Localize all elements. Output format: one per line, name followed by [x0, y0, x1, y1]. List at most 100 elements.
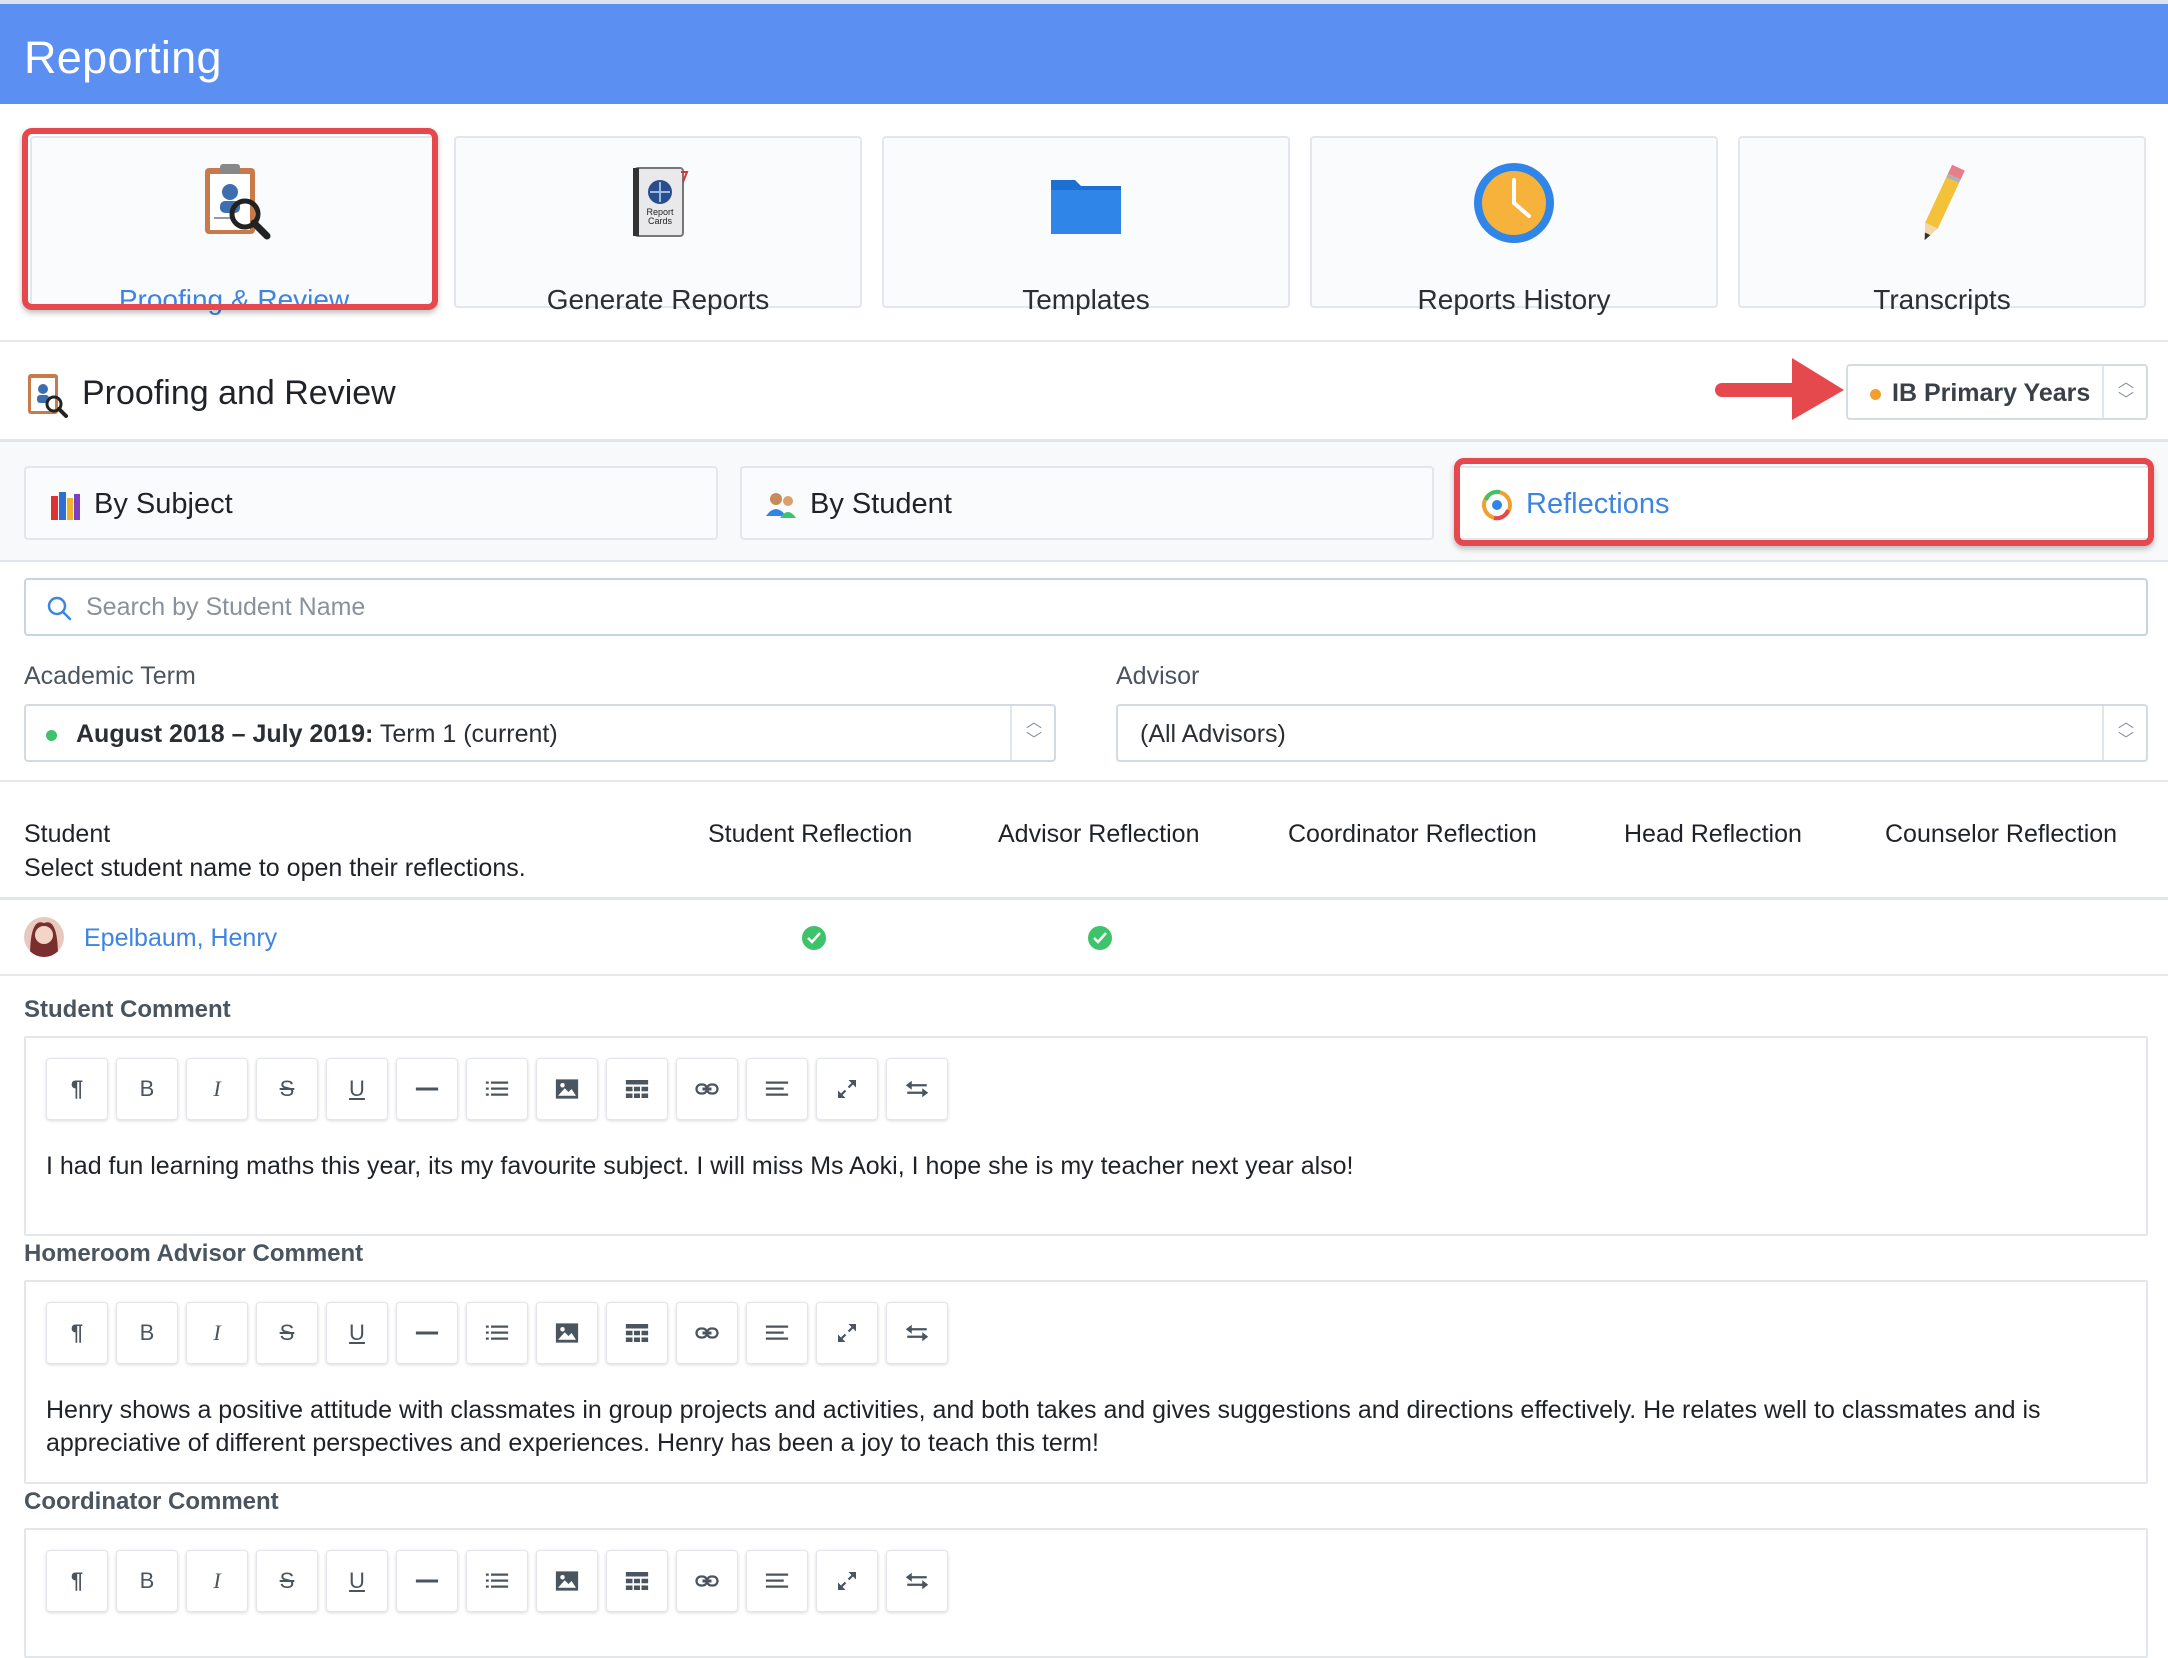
- section-title: Proofing and Review: [82, 374, 396, 412]
- term-years: August 2018 – July 2019:: [76, 720, 374, 748]
- program-select[interactable]: IB Primary Years ︿ ﹀: [1846, 364, 2148, 420]
- swap-button[interactable]: [886, 1550, 948, 1612]
- bold-icon: B: [139, 1568, 155, 1593]
- align-button[interactable]: [746, 1058, 808, 1120]
- tile-label: Templates: [1022, 284, 1150, 315]
- chevron-down-icon: ﹀: [2118, 732, 2135, 749]
- strikethrough-icon: S: [279, 1076, 295, 1101]
- select-arrows[interactable]: ︿ ﹀: [2102, 366, 2146, 418]
- select-arrows[interactable]: ︿ ﹀: [2102, 706, 2146, 760]
- tab-reflections[interactable]: Reflections: [1456, 466, 2150, 540]
- link-button[interactable]: [676, 1058, 738, 1120]
- fullscreen-icon: [838, 1080, 856, 1098]
- bold-button[interactable]: B: [116, 1058, 178, 1120]
- list-button[interactable]: [466, 1058, 528, 1120]
- table-button[interactable]: [606, 1550, 668, 1612]
- svg-text:Cards: Cards: [648, 216, 673, 226]
- advisor-label: Advisor: [1116, 662, 1200, 690]
- image-button[interactable]: [536, 1550, 598, 1612]
- student-name-link[interactable]: Epelbaum, Henry: [84, 924, 277, 953]
- academic-term-select[interactable]: August 2018 – July 2019: Term 1 (current…: [24, 704, 1056, 762]
- table-icon: [625, 1324, 649, 1342]
- italic-button[interactable]: I: [186, 1302, 248, 1364]
- tab-label: By Student: [810, 488, 952, 520]
- advisor-comment-editor[interactable]: ¶ B I S U Henry shows a positive attitude wi…: [24, 1280, 2148, 1484]
- swap-button[interactable]: [886, 1302, 948, 1364]
- list-icon: [485, 1573, 509, 1588]
- select-arrows[interactable]: ︿ ﹀: [1010, 706, 1054, 760]
- link-button[interactable]: [676, 1550, 738, 1612]
- strikethrough-button[interactable]: S: [256, 1058, 318, 1120]
- horizontal-rule-button[interactable]: [396, 1302, 458, 1364]
- list-button[interactable]: [466, 1302, 528, 1364]
- paragraph-button[interactable]: ¶: [46, 1302, 108, 1364]
- horizontal-rule-button[interactable]: [396, 1550, 458, 1612]
- italic-button[interactable]: I: [186, 1550, 248, 1612]
- column-student-hint: Select student name to open their reflec…: [24, 854, 526, 882]
- coordinator-comment-label: Coordinator Comment: [24, 1488, 279, 1515]
- align-icon: [765, 1325, 789, 1340]
- image-icon: [555, 1571, 579, 1591]
- table-button[interactable]: [606, 1302, 668, 1364]
- underline-button[interactable]: U: [326, 1550, 388, 1612]
- fullscreen-button[interactable]: [816, 1058, 878, 1120]
- student-comment-editor[interactable]: ¶ B I S U I had fun learning maths this year…: [24, 1036, 2148, 1236]
- bold-button[interactable]: B: [116, 1302, 178, 1364]
- chevron-down-icon: ﹀: [1026, 732, 1043, 749]
- underline-button[interactable]: U: [326, 1058, 388, 1120]
- strikethrough-button[interactable]: S: [256, 1302, 318, 1364]
- users-icon: [766, 493, 796, 518]
- tile-reports-history[interactable]: Reports History: [1310, 136, 1718, 315]
- swap-icon: [905, 1324, 929, 1342]
- tab-by-student[interactable]: By Student: [740, 466, 1434, 540]
- italic-button[interactable]: I: [186, 1058, 248, 1120]
- image-icon: [555, 1079, 579, 1099]
- link-icon: [695, 1327, 719, 1339]
- tile-transcripts[interactable]: Transcripts: [1738, 136, 2146, 315]
- program-value: IB Primary Years: [1892, 379, 2091, 407]
- swap-button[interactable]: [886, 1058, 948, 1120]
- coordinator-comment-editor[interactable]: ¶ B I S U: [24, 1528, 2148, 1658]
- tile-generate-reports[interactable]: Report Cards Generate Reports: [454, 136, 862, 315]
- horizontal-rule-icon: [415, 1087, 439, 1091]
- italic-icon: I: [213, 1568, 221, 1593]
- table-button[interactable]: [606, 1058, 668, 1120]
- horizontal-rule-button[interactable]: [396, 1058, 458, 1120]
- align-button[interactable]: [746, 1550, 808, 1612]
- table-row: Epelbaum, Henry: [0, 900, 2168, 976]
- paragraph-button[interactable]: ¶: [46, 1550, 108, 1612]
- avatar: [24, 917, 64, 957]
- advisor-select[interactable]: (All Advisors) ︿ ﹀: [1116, 704, 2148, 762]
- search-input[interactable]: [86, 586, 2126, 628]
- chevron-up-icon: ︿: [2118, 374, 2135, 391]
- list-button[interactable]: [466, 1550, 528, 1612]
- swap-icon: [905, 1080, 929, 1098]
- advisor-comment-text[interactable]: Henry shows a positive attitude with cla…: [46, 1394, 2126, 1460]
- reporting-tiles: Proofing & Review Report Cards Generate …: [0, 104, 2168, 340]
- status-dot: [1870, 389, 1881, 400]
- tab-by-subject[interactable]: By Subject: [24, 466, 718, 540]
- fullscreen-button[interactable]: [816, 1550, 878, 1612]
- strikethrough-button[interactable]: S: [256, 1550, 318, 1612]
- italic-icon: I: [213, 1320, 221, 1345]
- link-button[interactable]: [676, 1302, 738, 1364]
- fullscreen-button[interactable]: [816, 1302, 878, 1364]
- student-comment-text[interactable]: I had fun learning maths this year, its …: [46, 1150, 2126, 1183]
- underline-button[interactable]: U: [326, 1302, 388, 1364]
- paragraph-icon: ¶: [70, 1568, 84, 1593]
- tile-proofing-review[interactable]: Proofing & Review: [30, 136, 438, 315]
- advisor-comment-label: Homeroom Advisor Comment: [24, 1240, 364, 1267]
- column-student: Student: [24, 820, 111, 848]
- image-button[interactable]: [536, 1302, 598, 1364]
- tab-label: By Subject: [94, 488, 233, 520]
- align-button[interactable]: [746, 1302, 808, 1364]
- underline-icon: U: [349, 1568, 365, 1593]
- image-button[interactable]: [536, 1058, 598, 1120]
- tile-templates[interactable]: Templates: [882, 136, 1290, 315]
- paragraph-button[interactable]: ¶: [46, 1058, 108, 1120]
- clock-icon: [1474, 163, 1554, 243]
- list-icon: [485, 1325, 509, 1340]
- bold-button[interactable]: B: [116, 1550, 178, 1612]
- tile-label: Transcripts: [1873, 284, 2011, 315]
- student-reflection-check-icon: [802, 926, 826, 950]
